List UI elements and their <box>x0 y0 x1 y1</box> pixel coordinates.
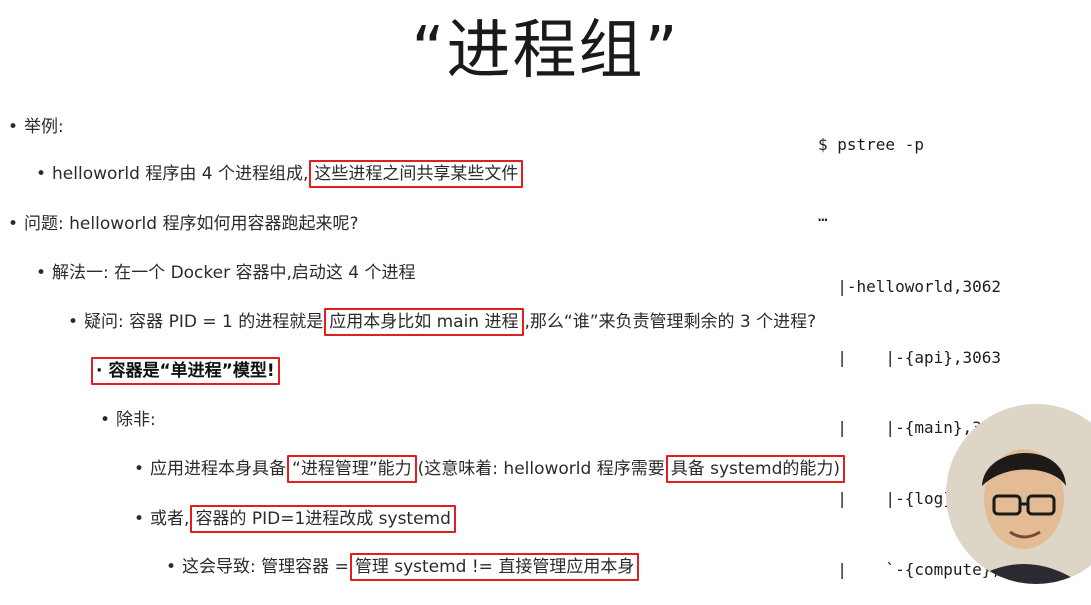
bullet-dot: • <box>134 509 145 529</box>
highlight-box: “进程管理”能力 <box>287 455 417 483</box>
bullet-process-management: • 应用进程本身具备 “进程管理”能力 (这意味着: helloworld 程序需要具… <box>134 455 846 483</box>
bullet-text: 除非: <box>116 410 156 430</box>
bullet-dot: • <box>68 312 79 332</box>
bullet-question: • 问题: helloworld 程序如何用容器跑起来呢? <box>8 211 358 237</box>
bullet-text: 这会导致: 管理容器 = <box>182 557 349 577</box>
bullet-text: 容器是“单进程”模型! <box>108 361 275 381</box>
bullet-consequence: • 这会导致: 管理容器 = 管理 systemd != 直接管理应用本身 <box>166 553 640 581</box>
bullet-dot: • <box>166 557 177 577</box>
bullet-dot: • <box>36 263 47 283</box>
bullet-dot: • <box>134 459 145 479</box>
bullet-or-systemd: • 或者, 容器的 PID=1进程改成 systemd <box>134 505 457 533</box>
highlight-box: 管理 systemd != 直接管理应用本身 <box>349 553 640 581</box>
bullet-helloworld: • helloworld 程序由 4 个进程组成, 这些进程之间共享某些文件 <box>36 160 524 188</box>
bullet-doubt: • 疑问: 容器 PID = 1 的进程就是 应用本身比如 main 进程 ,那么“谁… <box>68 308 817 336</box>
bullet-text: 解法一: 在一个 Docker 容器中,启动这 4 个进程 <box>52 263 416 283</box>
highlight-box: 容器的 PID=1进程改成 systemd <box>190 505 456 533</box>
highlight-box: · 容器是“单进程”模型! <box>91 357 280 385</box>
code-line: … <box>818 205 828 225</box>
bullet-text: 或者, <box>150 509 190 529</box>
code-line: $ pstree -p <box>818 135 924 155</box>
highlight-box: 应用本身比如 main 进程 <box>324 308 524 336</box>
bullet-dot: · <box>96 361 103 381</box>
code-line: |-helloworld,3062 <box>818 276 1002 296</box>
bullet-dot: • <box>8 117 19 137</box>
bullet-solution: • 解法一: 在一个 Docker 容器中,启动这 4 个进程 <box>36 260 416 286</box>
bullet-single-process: · 容器是“单进程”模型! <box>90 357 281 385</box>
bullet-text: (这意味着: helloworld 程序需要 <box>417 459 665 479</box>
code-line: | |-{api},3063 <box>818 347 1002 367</box>
bullet-unless: • 除非: <box>100 407 156 433</box>
highlight-box: 这些进程之间共享某些文件 <box>309 160 524 188</box>
slide-title: “进程组” <box>411 14 680 88</box>
bullet-dot: • <box>100 410 111 430</box>
bullet-text: 疑问: 容器 PID = 1 的进程就是 <box>84 312 324 332</box>
bullet-text: ,那么“谁”来负责管理剩余的 3 个进程? <box>524 312 817 332</box>
bullet-dot: • <box>8 214 19 234</box>
bullet-dot: • <box>36 164 47 184</box>
bullet-example: • 举例: <box>8 114 64 140</box>
bullet-text: helloworld 程序由 4 个进程组成, <box>52 164 309 184</box>
bullet-text: 应用进程本身具备 <box>150 459 287 479</box>
bullet-text: 举例: <box>24 117 64 137</box>
bullet-text: 问题: helloworld 程序如何用容器跑起来呢? <box>24 214 359 234</box>
